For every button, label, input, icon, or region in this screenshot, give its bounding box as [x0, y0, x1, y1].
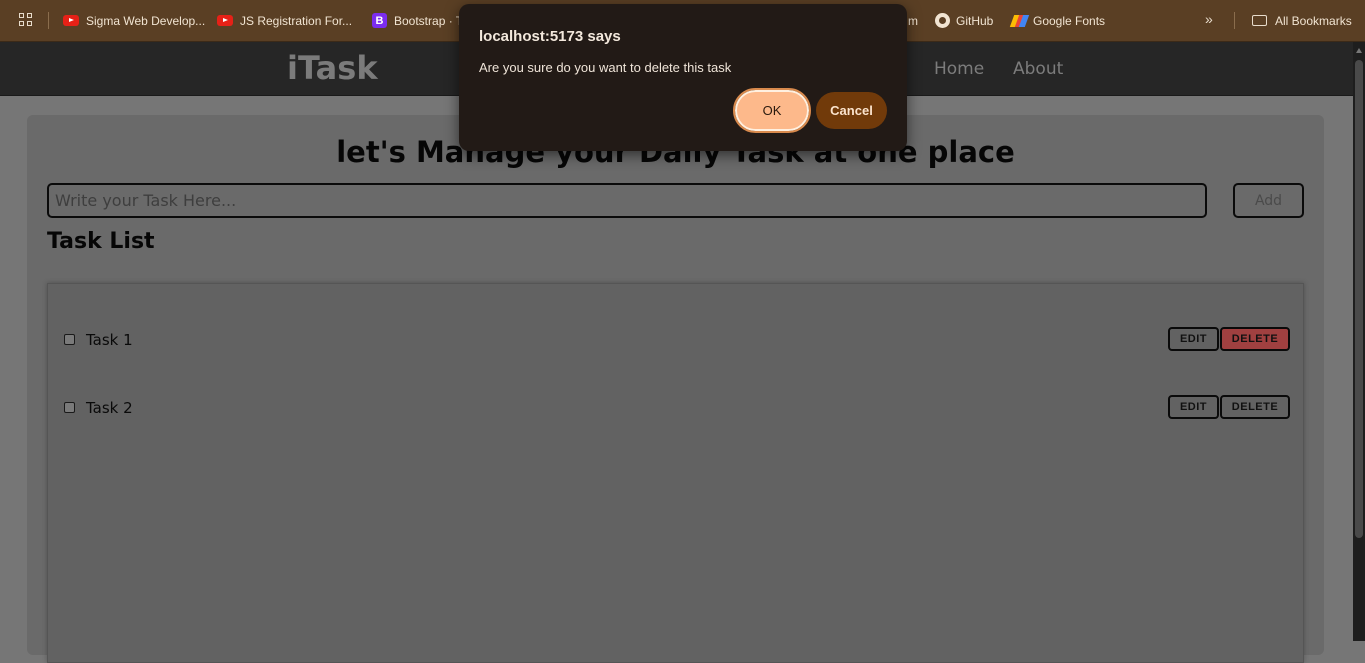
nav-home-link[interactable]: Home — [934, 59, 984, 79]
bookmark-bootstrap[interactable]: B Bootstrap · T — [372, 12, 463, 29]
task-checkbox[interactable] — [64, 334, 75, 345]
confirm-dialog: localhost:5173 says Are you sure do you … — [459, 4, 907, 151]
task-row: Task 2 EDIT DELETE — [48, 395, 1305, 421]
bookmark-partial[interactable]: m — [908, 12, 918, 29]
bookmark-label: m — [908, 13, 918, 28]
page-scrollbar[interactable] — [1353, 42, 1365, 641]
edit-button[interactable]: EDIT — [1168, 327, 1219, 351]
bootstrap-icon: B — [372, 13, 387, 28]
task-checkbox[interactable] — [64, 402, 75, 413]
task-list-title: Task List — [47, 229, 155, 254]
all-bookmarks-label: All Bookmarks — [1275, 13, 1352, 28]
dialog-title: localhost:5173 says — [479, 28, 621, 45]
bookmark-label: Bootstrap · T — [394, 13, 464, 28]
google-fonts-icon — [1009, 14, 1030, 28]
task-list: Task 1 EDIT DELETE Task 2 EDIT DELETE — [47, 283, 1304, 663]
bookmark-google-fonts[interactable]: Google Fonts — [1009, 12, 1106, 29]
bookmark-label: JS Registration For... — [240, 13, 353, 28]
add-task-button[interactable]: Add — [1233, 183, 1304, 218]
task-row: Task 1 EDIT DELETE — [48, 327, 1305, 353]
bookmark-label: GitHub — [956, 13, 994, 28]
dialog-message: Are you sure do you want to delete this … — [479, 60, 732, 75]
main-card: let's Manage your Daily Task at one plac… — [27, 115, 1324, 663]
bookmarks-divider — [1234, 12, 1235, 29]
scroll-thumb[interactable] — [1355, 60, 1363, 538]
scroll-up-icon[interactable] — [1356, 48, 1362, 53]
edit-button[interactable]: EDIT — [1168, 395, 1219, 419]
bookmark-label: Sigma Web Develop... — [86, 13, 206, 28]
folder-icon — [1252, 15, 1267, 26]
github-icon — [935, 13, 950, 28]
ok-button[interactable]: OK — [733, 88, 811, 133]
bookmark-github[interactable]: GitHub — [935, 12, 993, 29]
task-text: Task 2 — [86, 399, 133, 417]
bookmark-sigma-web[interactable]: Sigma Web Develop... — [63, 12, 205, 29]
bookmarks-overflow-icon[interactable]: » — [1205, 11, 1213, 27]
delete-button[interactable]: DELETE — [1220, 395, 1290, 419]
bookmarks-divider — [48, 12, 49, 29]
bookmark-js-registration[interactable]: JS Registration For... — [217, 12, 352, 29]
all-bookmarks-button[interactable]: All Bookmarks — [1252, 12, 1352, 29]
youtube-icon — [217, 15, 233, 26]
task-input[interactable] — [47, 183, 1207, 218]
brand-logo[interactable]: iTask — [287, 49, 378, 87]
cancel-button[interactable]: Cancel — [816, 92, 887, 129]
youtube-icon — [63, 15, 79, 26]
delete-button[interactable]: DELETE — [1220, 327, 1290, 351]
task-text: Task 1 — [86, 331, 133, 349]
apps-grid-icon[interactable] — [19, 13, 33, 27]
bookmark-label: Google Fonts — [1033, 13, 1106, 28]
nav-about-link[interactable]: About — [1013, 59, 1063, 79]
